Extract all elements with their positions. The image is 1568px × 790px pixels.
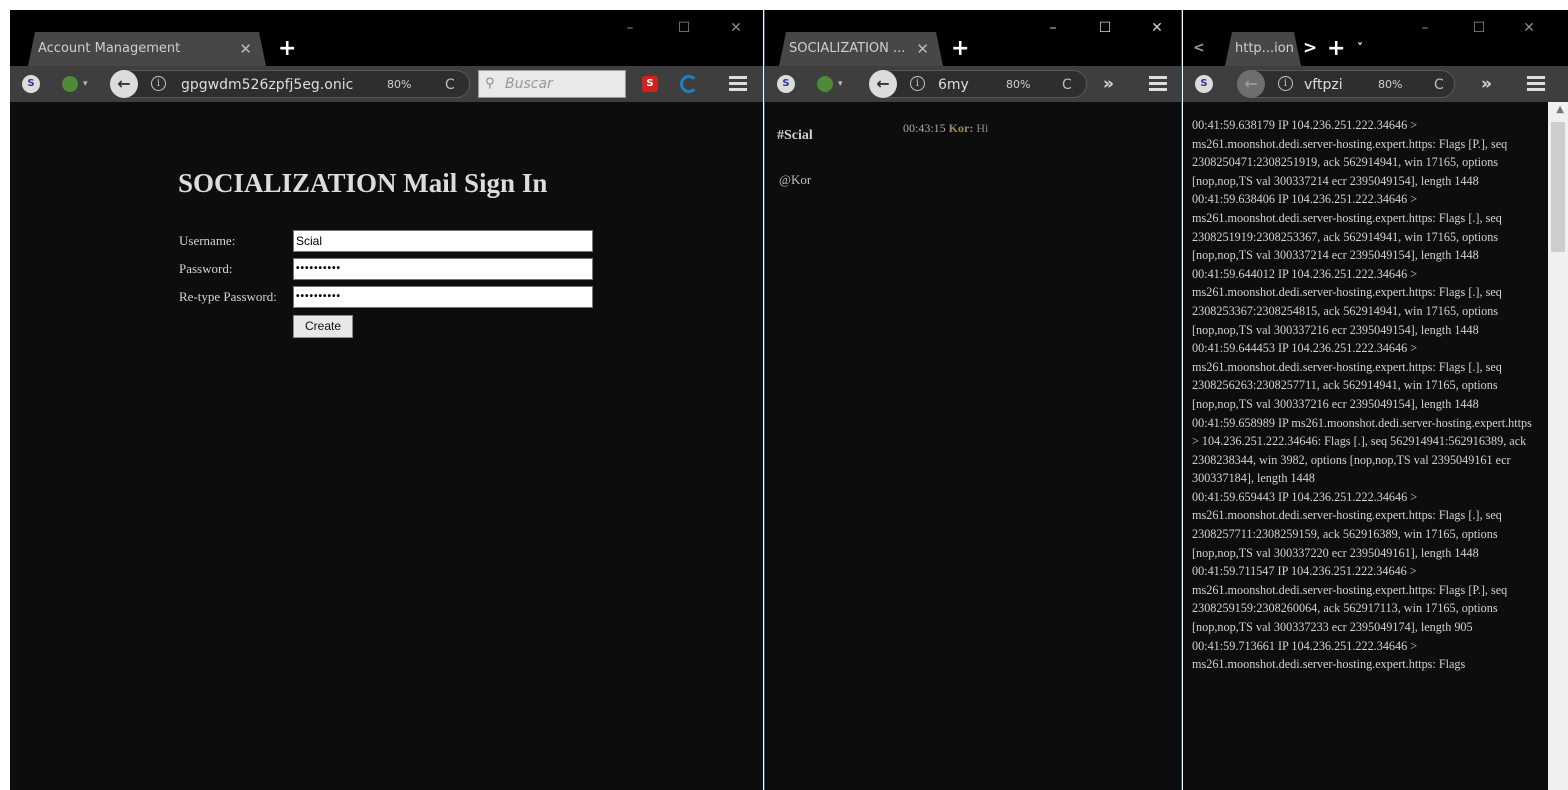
chat-message: 00:43:15 Kor: Hi	[903, 121, 988, 136]
maximize-button[interactable]: ☐	[1095, 18, 1115, 38]
overflow-chevron-icon[interactable]: »	[1481, 66, 1492, 102]
site-identity-icon[interactable]: S	[777, 75, 795, 93]
tab-scroll-left-icon[interactable]: <	[1193, 30, 1205, 66]
chevron-down-icon[interactable]: ▾	[83, 66, 88, 102]
tab-list-chevron-icon[interactable]: ˅	[1357, 30, 1363, 66]
url-bar[interactable]: ← i 6my 80% C	[869, 70, 1087, 98]
tab-label: Account Management	[38, 41, 181, 56]
info-icon[interactable]: i	[910, 76, 925, 91]
new-tab-button[interactable]: +	[951, 34, 969, 64]
back-button[interactable]: ←	[110, 70, 138, 98]
browser-window-account-management: Account Management ✕ + – ☐ ✕ S ▾ ← i gpg…	[10, 10, 763, 790]
title-bar: SOCIALIZATION ... ✕ + – ☐ ✕	[765, 10, 1181, 66]
tcpdump-log: 00:41:59.638179 IP 104.236.251.222.34646…	[1192, 118, 1532, 672]
retype-password-field[interactable]: ••••••••••	[293, 286, 593, 308]
close-window-button[interactable]: ✕	[1519, 18, 1539, 38]
url-bar[interactable]: ← i vftpzi 80% C	[1237, 70, 1455, 98]
minimize-button[interactable]: –	[1415, 18, 1435, 38]
tab-http[interactable]: http...ion	[1225, 32, 1301, 66]
tab-scroll-right-icon[interactable]: >	[1303, 30, 1317, 66]
chevron-down-icon[interactable]: ▾	[838, 66, 843, 102]
username-field[interactable]: Scial	[293, 230, 593, 252]
tab-account-management[interactable]: Account Management ✕	[28, 32, 266, 66]
globe-icon[interactable]	[62, 76, 78, 92]
title-bar: < http...ion > + ˅ – ☐ ✕	[1183, 10, 1568, 66]
username-label: Username:	[179, 233, 236, 248]
zoom-level[interactable]: 80%	[387, 71, 411, 99]
password-label: Password:	[179, 261, 233, 276]
url-text[interactable]: vftpzi	[1304, 71, 1364, 99]
navigation-toolbar: S ← i vftpzi 80% C »	[1183, 66, 1568, 102]
site-identity-icon[interactable]: S	[1195, 75, 1213, 93]
hamburger-menu-icon[interactable]	[1149, 76, 1167, 92]
browser-window-socialization-chat: SOCIALIZATION ... ✕ + – ☐ ✕ S ▾ ← i 6my …	[764, 10, 1182, 790]
zoom-level[interactable]: 80%	[1006, 71, 1030, 99]
maximize-button[interactable]: ☐	[1469, 18, 1489, 38]
site-identity-icon[interactable]: S	[22, 75, 40, 93]
search-placeholder: Buscar	[505, 76, 553, 92]
minimize-button[interactable]: –	[1043, 18, 1063, 38]
maximize-button[interactable]: ☐	[674, 18, 694, 38]
browser-window-packet-log: < http...ion > + ˅ – ☐ ✕ S ← i vftpzi 80…	[1183, 10, 1568, 790]
message-time: 00:43:15	[903, 121, 946, 135]
new-tab-button[interactable]: +	[278, 34, 296, 64]
navigation-toolbar: S ▾ ← i gpgwdm526zpfj5eg.onic 80% C ⚲ Bu…	[10, 66, 763, 102]
scrollbar-thumb[interactable]	[1551, 122, 1565, 252]
info-icon[interactable]: i	[1278, 76, 1293, 91]
hamburger-menu-icon[interactable]	[1527, 76, 1545, 92]
password-field[interactable]: ••••••••••	[293, 258, 593, 280]
reload-icon[interactable]: C	[1062, 71, 1072, 99]
zoom-level[interactable]: 80%	[1378, 71, 1402, 99]
page-title: SOCIALIZATION Mail Sign In	[178, 168, 548, 198]
minimize-button[interactable]: –	[620, 18, 640, 38]
overflow-chevron-icon[interactable]: »	[1103, 66, 1114, 102]
message-nick: Kor:	[948, 121, 974, 135]
back-button[interactable]: ←	[869, 70, 897, 98]
close-window-button[interactable]: ✕	[1147, 18, 1167, 38]
tab-label: http...ion	[1235, 41, 1294, 56]
reload-icon[interactable]: C	[445, 71, 455, 99]
info-icon[interactable]: i	[151, 76, 166, 91]
sync-icon[interactable]	[680, 75, 698, 93]
user-list-item[interactable]: @Kor	[779, 172, 811, 188]
search-input[interactable]: ⚲ Buscar	[478, 70, 626, 98]
title-bar: Account Management ✕ + – ☐ ✕	[10, 10, 763, 66]
page-content: SOCIALIZATION Mail Sign In Username: Sci…	[10, 102, 763, 790]
url-text[interactable]: 6my	[938, 71, 988, 99]
new-tab-button[interactable]: +	[1327, 34, 1345, 64]
scroll-up-icon[interactable]: ▲	[1556, 104, 1564, 115]
navigation-toolbar: S ▾ ← i 6my 80% C »	[765, 66, 1181, 102]
tab-close-icon[interactable]: ✕	[916, 32, 929, 66]
chat-content: #Scial 00:43:15 Kor: Hi @Kor	[765, 102, 1181, 790]
search-icon: ⚲	[485, 76, 495, 91]
url-bar[interactable]: ← i gpgwdm526zpfj5eg.onic 80% C	[110, 70, 470, 98]
channel-name[interactable]: #Scial	[777, 128, 813, 144]
hamburger-menu-icon[interactable]	[729, 76, 747, 92]
close-window-button[interactable]: ✕	[726, 18, 746, 38]
retype-password-label: Re-type Password:	[179, 289, 277, 304]
create-button[interactable]: Create	[293, 315, 353, 338]
extension-icon[interactable]: S	[642, 76, 658, 92]
url-text[interactable]: gpgwdm526zpfj5eg.onic	[181, 71, 359, 99]
message-text: Hi	[976, 121, 989, 135]
tab-socialization[interactable]: SOCIALIZATION ... ✕	[779, 32, 943, 66]
tab-close-icon[interactable]: ✕	[239, 32, 252, 66]
vertical-scrollbar[interactable]: ▲	[1548, 102, 1568, 790]
back-button[interactable]: ←	[1237, 70, 1265, 98]
tab-label: SOCIALIZATION ...	[789, 41, 906, 56]
reload-icon[interactable]: C	[1434, 71, 1444, 99]
globe-icon[interactable]	[817, 76, 833, 92]
log-content: 00:41:59.638179 IP 104.236.251.222.34646…	[1183, 102, 1568, 790]
